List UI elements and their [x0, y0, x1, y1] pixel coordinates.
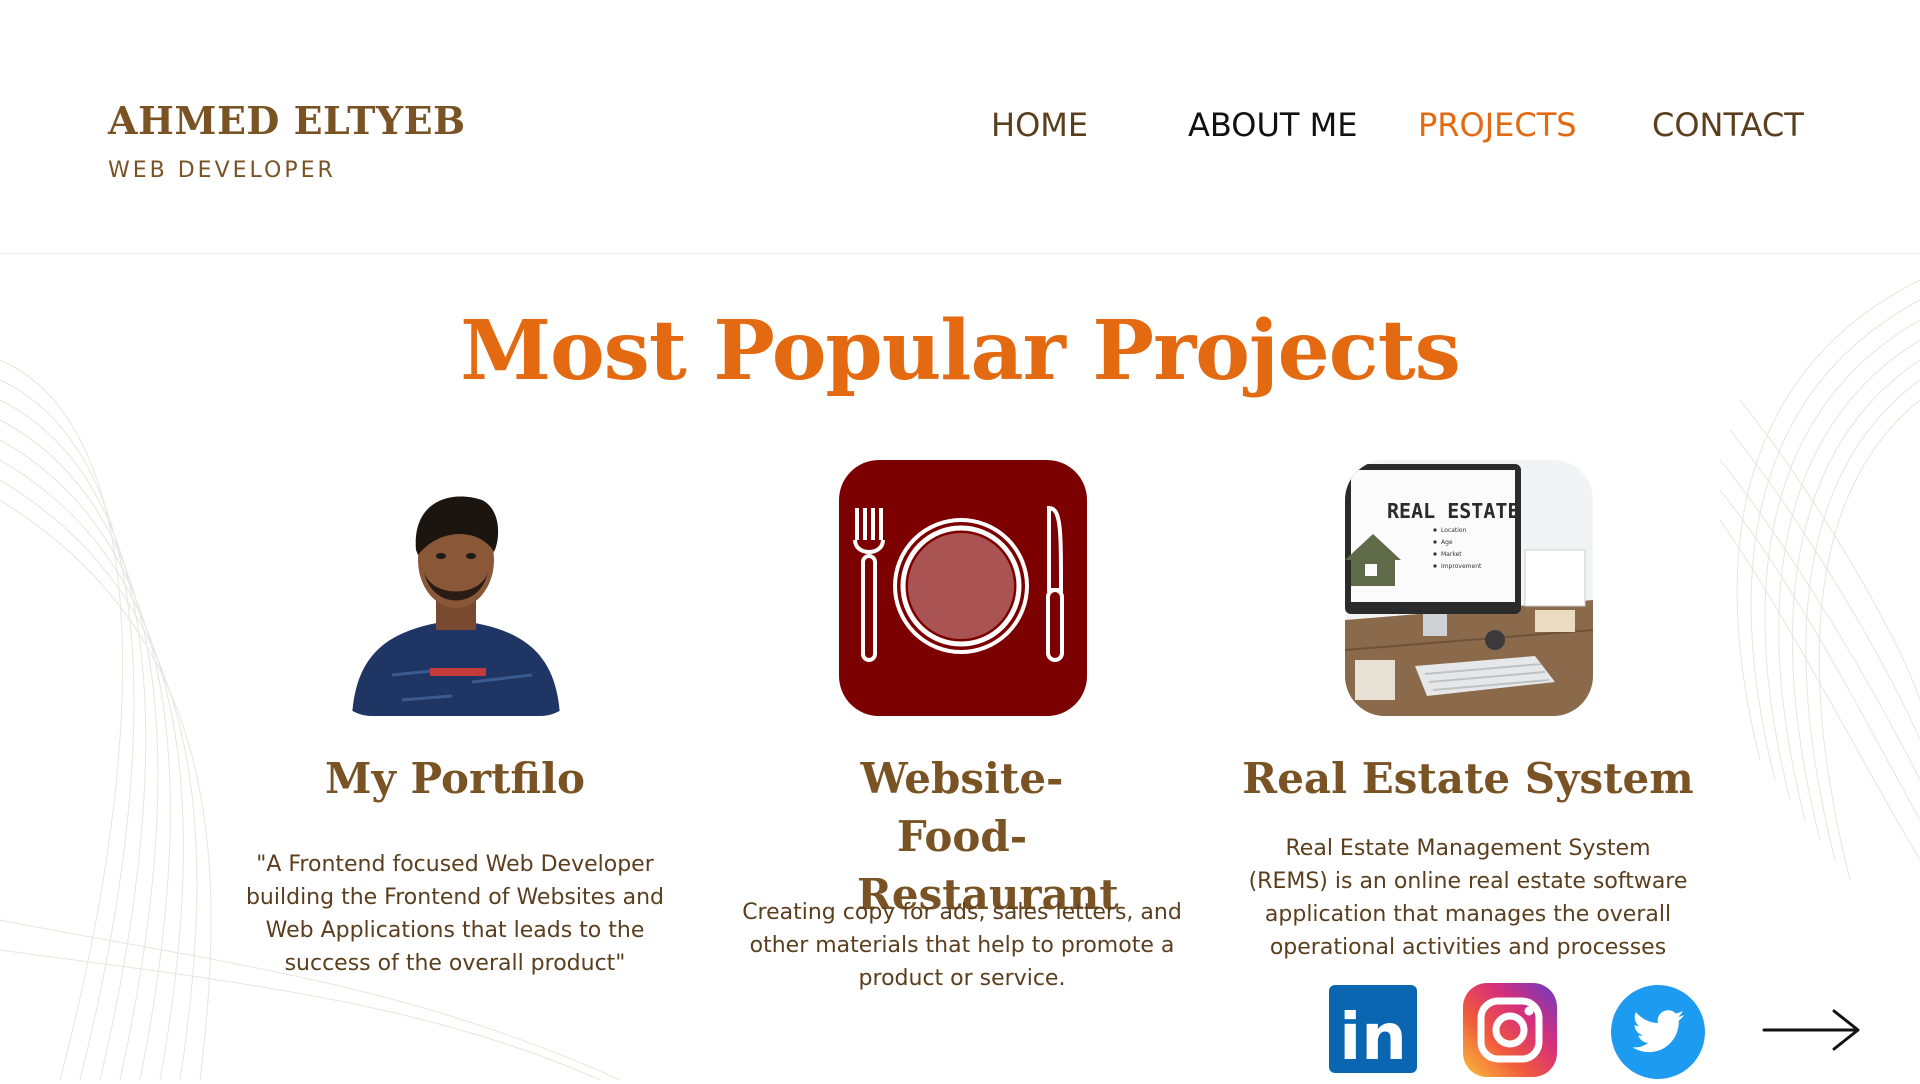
portrait-photo: [332, 460, 580, 716]
nav-projects[interactable]: PROJECTS: [1418, 106, 1577, 144]
linkedin-text: in: [1339, 1001, 1407, 1073]
nav-about-me[interactable]: ABOUT ME: [1188, 106, 1357, 144]
project-title[interactable]: Real Estate System: [1233, 750, 1703, 808]
nav-contact[interactable]: CONTACT: [1652, 106, 1804, 144]
project-description: Creating copy for ads, sales letters, an…: [742, 900, 1182, 991]
project-description: "A Frontend focused Web Developer buildi…: [245, 852, 665, 976]
instagram-icon[interactable]: [1463, 983, 1557, 1081]
twitter-icon[interactable]: [1610, 984, 1706, 1084]
nav-home[interactable]: HOME: [991, 106, 1088, 144]
linkedin-icon[interactable]: in: [1329, 985, 1417, 1077]
screen-list-item: Improvement: [1441, 563, 1482, 570]
screen-heading: REAL ESTATE: [1387, 499, 1519, 523]
project-title[interactable]: My Portfilo: [220, 750, 690, 808]
project-description: Real Estate Management System (REMS) is …: [1248, 836, 1688, 960]
page-title: Most Popular Projects: [460, 303, 1461, 399]
site-header: AHMED ELTYEB WEB DEVELOPER HOME ABOUT ME…: [0, 0, 1920, 254]
screen-list-item: Location: [1441, 527, 1467, 534]
brand-name[interactable]: AHMED ELTYEB: [108, 98, 466, 143]
plate-fork-knife-icon: [839, 460, 1087, 716]
brand-role: WEB DEVELOPER: [108, 158, 336, 183]
screen-list-item: Market: [1441, 551, 1462, 558]
next-arrow-icon[interactable]: [1762, 1005, 1862, 1055]
screen-list-item: Age: [1441, 539, 1453, 546]
real-estate-monitor-photo: REAL ESTATE Location Age Market Improvem…: [1345, 460, 1593, 716]
